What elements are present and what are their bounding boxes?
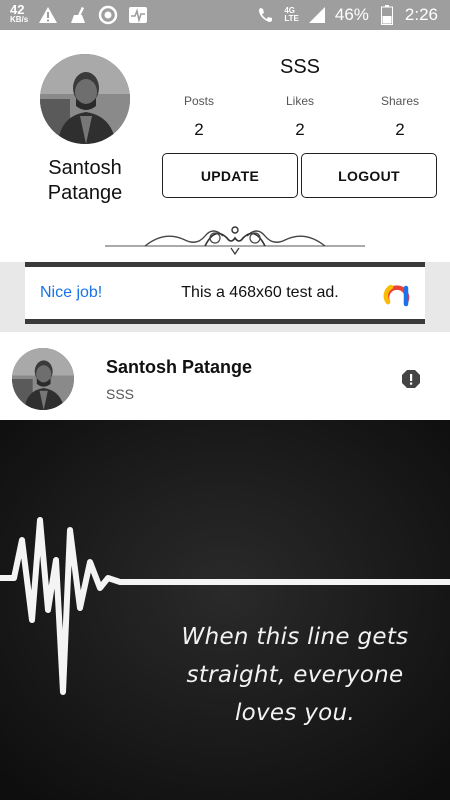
battery-icon <box>377 5 397 25</box>
post-author-name[interactable]: Santosh Patange <box>106 357 252 378</box>
profile-handle: SSS <box>279 56 321 78</box>
clock: 2:26 <box>404 5 438 24</box>
profile-avatar[interactable] <box>40 54 130 144</box>
ad-badge: Nice job! <box>40 284 103 301</box>
stat-likes[interactable]: Likes 2 <box>250 94 350 140</box>
profile-first-name: Santosh <box>48 157 122 179</box>
heartbeat-line-icon <box>0 420 450 800</box>
ad-container: Nice job! This a 468x60 test ad. <box>0 262 450 332</box>
post-image[interactable]: When this line gets straight, everyone l… <box>0 420 450 800</box>
battery-percent: 46% <box>334 5 369 24</box>
status-bar-right: 4G LTE 46% 2:26 <box>256 0 438 30</box>
stat-likes-value: 2 <box>295 120 305 139</box>
status-bar-left: 42 KB/s <box>10 2 148 28</box>
status-bar: 42 KB/s 4G LTE 46% 2:26 <box>0 0 450 30</box>
network-type-bottom: LTE <box>284 14 299 23</box>
post-author-avatar[interactable] <box>12 348 74 410</box>
quote-line-2: straight, everyone <box>186 662 404 688</box>
stat-shares-label: Shares <box>380 94 420 108</box>
pulse-app-icon <box>128 5 148 25</box>
stat-posts-value: 2 <box>194 120 204 139</box>
post-header: Santosh Patange SSS <box>0 332 450 420</box>
cleaner-icon <box>68 5 88 25</box>
profile-last-name: Patange <box>47 182 123 204</box>
post-quote: When this line gets straight, everyone l… <box>160 618 430 732</box>
warning-icon <box>38 5 58 25</box>
signal-icon <box>307 5 327 25</box>
stat-shares[interactable]: Shares 2 <box>350 94 450 140</box>
network-speed-unit: KB/s <box>10 15 29 24</box>
ad-logo-icon <box>383 284 410 307</box>
report-icon[interactable] <box>401 369 421 389</box>
ad-banner[interactable]: Nice job! This a 468x60 test ad. <box>25 262 425 324</box>
quote-line-1: When this line gets <box>181 624 409 650</box>
stat-posts[interactable]: Posts 2 <box>149 94 249 140</box>
logout-button[interactable]: LOGOUT <box>301 153 437 198</box>
profile-name: Santosh Patange <box>25 156 145 206</box>
stat-shares-value: 2 <box>395 120 405 139</box>
stat-posts-label: Posts <box>183 94 214 108</box>
profile-header: Santosh Patange SSS Posts 2 Likes 2 Shar… <box>0 30 450 262</box>
network-speed: 42 KB/s <box>10 2 29 25</box>
update-button[interactable]: UPDATE <box>162 153 298 198</box>
circle-app-icon <box>98 5 118 25</box>
network-speed-value: 42 <box>10 2 25 17</box>
ad-text: This a 468x60 test ad. <box>181 284 339 301</box>
network-type: 4G LTE <box>284 7 299 23</box>
ornament-divider-icon <box>105 226 365 256</box>
wifi-call-icon <box>256 5 276 25</box>
quote-line-3: loves you. <box>234 700 356 726</box>
stat-likes-label: Likes <box>285 94 314 108</box>
post-author-handle: SSS <box>106 386 135 402</box>
